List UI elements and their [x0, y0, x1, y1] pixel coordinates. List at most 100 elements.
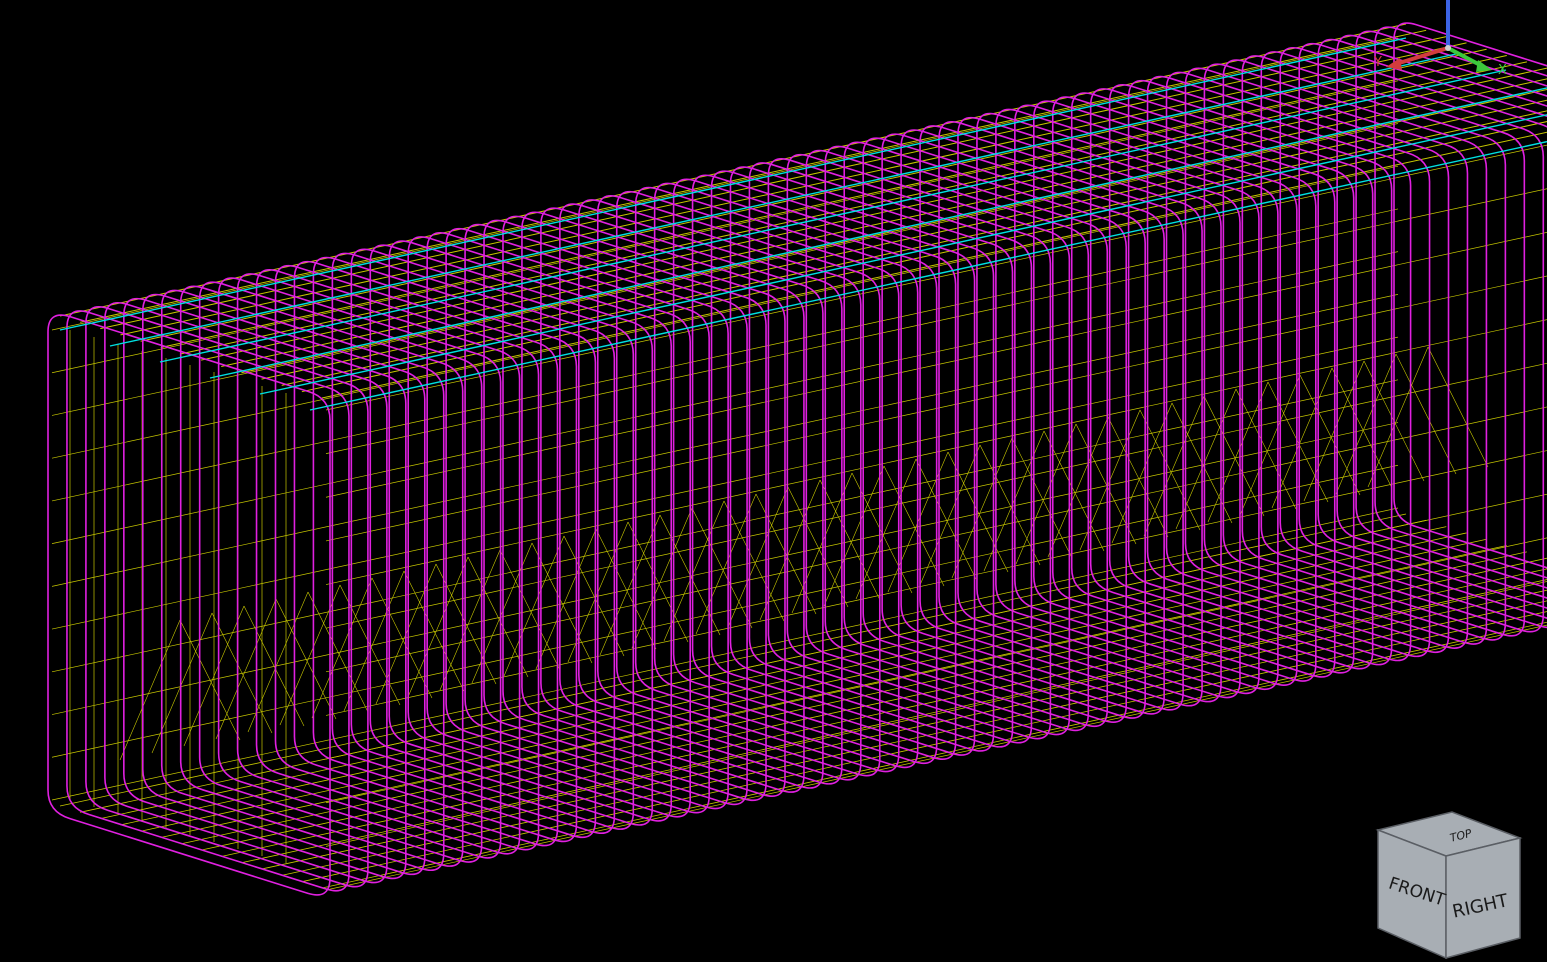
view-cube[interactable]: TOP FRONT RIGHT [1368, 806, 1528, 962]
x-axis-icon [1447, 46, 1483, 68]
stirrup-hoop [634, 186, 919, 769]
stirrup-hoop [1241, 55, 1526, 637]
stirrup-hoop [748, 162, 1033, 744]
stirrup-hoop [312, 256, 597, 839]
stirrup-hoop [995, 108, 1279, 691]
rebar-segment [51, 80, 1399, 374]
stirrup-hoop [464, 223, 748, 806]
rebar-segment [215, 598, 277, 740]
rebar-segment [1299, 374, 1361, 496]
rebar-segment [343, 570, 405, 712]
stirrup-hoop [691, 174, 976, 756]
rebar-segment [1239, 374, 1301, 516]
rebar-segment [883, 465, 945, 587]
stirrup-hoop [1033, 100, 1317, 682]
rebar-segment [439, 549, 501, 691]
stirrup-hoop [976, 112, 1260, 695]
rebar-segment [159, 69, 1507, 363]
stirrup-hoop [502, 215, 786, 798]
rebar-segment [947, 451, 1009, 573]
stirrup-hoop [1051, 96, 1336, 678]
rebar-segment [311, 577, 373, 719]
rebar-segment [1047, 416, 1109, 558]
stirrup-hoop [426, 232, 710, 814]
rebar-segment [407, 556, 469, 698]
stirrup-hoop [653, 182, 938, 765]
rebar-segment [1335, 353, 1397, 495]
stirrup-hoop [198, 281, 483, 863]
rebar-segment [1235, 388, 1297, 510]
stirrup-hoop [217, 277, 502, 859]
stirrup-hoop [957, 116, 1241, 699]
rebar-segment [503, 535, 565, 677]
stirrup-hoop [672, 178, 957, 760]
stirrup-hoop [1203, 63, 1488, 645]
stirrup-hoop [66, 310, 350, 892]
rebar-segment [281, 600, 1547, 876]
stirrup-hoop [900, 129, 1184, 711]
stirrup-hoop [578, 199, 862, 781]
stirrup-hoop [236, 273, 521, 855]
rebar-segment [1267, 381, 1329, 503]
stirrup-hoop [483, 219, 767, 802]
stirrup-hoop [293, 260, 578, 843]
stirrup-hoop [1146, 75, 1431, 658]
rebar-segment [1143, 395, 1205, 537]
rebar-segment [1203, 395, 1265, 517]
stirrup-hoop [388, 240, 673, 822]
stirrup-hoop [729, 166, 1014, 748]
rebar-segment [723, 500, 785, 622]
rebar-segment [1107, 416, 1169, 538]
rebar-segment [51, 507, 1399, 801]
stirrup-hoop [1014, 104, 1298, 686]
rebar-segment [1427, 346, 1489, 468]
stirrup-hoop [331, 252, 616, 835]
stirrup-hoop [559, 203, 843, 785]
stirrup-hoop [767, 158, 1052, 740]
stirrup-hoop [1165, 71, 1450, 654]
stirrup-hoop [919, 125, 1203, 707]
rebar-segment [160, 545, 1507, 838]
y-axis-label: Y [1373, 55, 1382, 70]
stirrup-hoop [786, 153, 1071, 736]
rebar-cage-model[interactable] [0, 0, 1547, 962]
rebar-segment [1111, 402, 1173, 544]
rebar-segment [1395, 353, 1457, 475]
stirrup-hoop [1127, 79, 1412, 662]
stirrup-hoop [1108, 83, 1393, 666]
stirrup-hoop [843, 141, 1128, 723]
triad-origin-icon [1445, 45, 1451, 51]
stirrup-hoop [938, 120, 1222, 703]
stirrup-hoop [1336, 34, 1547, 599]
rebar-segment [140, 48, 1487, 342]
stirrup-hoop [824, 145, 1109, 728]
stirrup-hoop [1260, 51, 1545, 633]
rebar-segment [51, 37, 1399, 331]
rebar-segment [819, 479, 881, 601]
rebar-segment [211, 612, 273, 734]
axis-triad: Y X [1373, 0, 1507, 78]
rebar-segment [1331, 367, 1393, 489]
3d-viewport[interactable]: Y X TOP FRONT RIGHT [0, 0, 1547, 962]
stirrup-hoop [85, 306, 369, 888]
y-axis-arrow-icon [1386, 58, 1402, 70]
rebar-segment [120, 532, 1467, 826]
stirrup-hoop [1222, 59, 1507, 641]
stirrup-hoop [160, 289, 445, 872]
stirrup-hoop [369, 244, 654, 826]
stirrup-hoop [540, 207, 824, 789]
rebar-segment [1367, 346, 1429, 488]
stirrup-hoop [141, 293, 426, 876]
rebar-segment [1011, 437, 1073, 559]
stirrup-hoop [274, 264, 559, 847]
stirrup-hoop [255, 269, 540, 851]
stirrup-hoop [445, 227, 729, 810]
rebar-segment [1139, 409, 1201, 531]
rebar-segment [180, 551, 1528, 845]
rebar-segment [221, 568, 1547, 857]
stirrup-hoop [350, 248, 635, 830]
rebar-segment [179, 619, 241, 741]
stirrup-hoop [179, 285, 464, 867]
x-axis-arrow-icon [1476, 60, 1492, 72]
stirrup-hoop [1374, 26, 1547, 579]
